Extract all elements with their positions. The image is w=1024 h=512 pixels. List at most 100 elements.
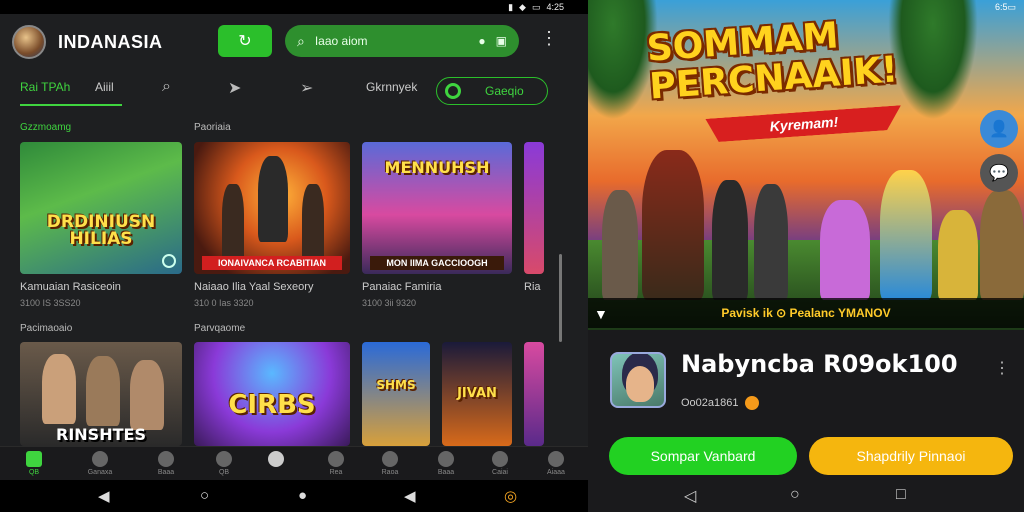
person-icon	[158, 451, 174, 467]
recents-icon[interactable]: □	[896, 486, 906, 504]
tab-all[interactable]: Aiiil	[95, 80, 114, 94]
chat-bubble-icon: 💬	[989, 165, 1009, 182]
chevron-down-icon[interactable]: ▼	[594, 306, 608, 322]
home-circle-icon[interactable]: ○	[200, 487, 209, 504]
nav-label: Ganaxa	[87, 469, 113, 476]
tab-extra[interactable]: Gkrnnyek	[366, 80, 417, 94]
wifi-icon: ◆	[519, 1, 526, 12]
character-figure	[880, 170, 932, 300]
nav-item[interactable]: QB	[204, 451, 244, 476]
nav-item[interactable]: Ganaxa	[80, 451, 120, 476]
game-card[interactable]: IONAIVANCA RCABITIAN	[194, 142, 350, 274]
secondary-action-button[interactable]: Shapdrily Pinnaoi	[809, 437, 1013, 475]
search-input[interactable]: ⌕ Iaao aiom ● ▣	[285, 25, 519, 57]
more-menu-icon[interactable]: ⋮	[540, 28, 558, 49]
game-art-title: MENNUHSH	[384, 158, 490, 177]
nav-item[interactable]: Baaa	[426, 451, 466, 476]
profile-button[interactable]: 👤	[980, 110, 1018, 148]
game-art	[524, 142, 544, 274]
search-text: Iaao aiom	[314, 34, 368, 48]
nav-item[interactable]: Rea	[316, 451, 356, 476]
scrollbar[interactable]	[559, 254, 562, 342]
image-icon[interactable]: ▣	[496, 34, 507, 48]
home-circle-icon[interactable]: ○	[790, 486, 800, 504]
refresh-button[interactable]: ↻	[218, 25, 272, 57]
game-card[interactable]: DRDINIUSN HILIAS	[20, 142, 182, 274]
dot-icon	[268, 451, 284, 467]
app-detail-screen: SOMMAM PERCNAAIK! Kyremam! Pavisk ik ⊙ P…	[588, 0, 1024, 512]
back-icon[interactable]: ◀	[404, 487, 416, 505]
nav-home[interactable]: QB	[14, 451, 54, 476]
nav-item[interactable]	[256, 451, 296, 469]
character-figure	[820, 200, 870, 300]
game-card[interactable]: SHMS	[362, 342, 430, 446]
palm-tree	[888, 0, 978, 120]
search-icon: ⌕	[297, 32, 305, 49]
nav-item[interactable]: Aiaaa	[536, 451, 576, 476]
character-figure	[258, 156, 288, 242]
signal-icon: ▮	[508, 1, 514, 12]
search-icon	[92, 451, 108, 467]
app-meta: Oo02a1861	[681, 396, 759, 410]
status-time: 4:25	[546, 2, 564, 12]
nav-item[interactable]: Baaa	[146, 451, 186, 476]
send-icon[interactable]: ➢	[300, 78, 313, 98]
nav-label: Baaa	[437, 469, 455, 476]
game-card[interactable]	[524, 342, 544, 446]
section-label: Paoriaia	[194, 122, 231, 133]
game-card[interactable]: JIVAN	[442, 342, 512, 446]
game-card[interactable]: RINSHTES	[20, 342, 182, 446]
game-name: Kamuaian Rasiceoin	[20, 281, 121, 293]
game-art-banner: IONAIVANCA RCABITIAN	[202, 256, 342, 270]
hero-caption: Pavisk ik ⊙ Pealanc YMANOV	[588, 298, 1024, 328]
section-label: Gzzmoamg	[20, 122, 72, 133]
refresh-icon: ↻	[238, 33, 252, 50]
screen: ▮ ◆ ▭ 4:25 INDANASIA ↻ ⌕ Iaao aiom ● ▣ ⋮…	[0, 0, 1024, 512]
heart-icon	[216, 451, 232, 467]
back-icon[interactable]: ◀	[98, 487, 110, 505]
game-card[interactable]	[524, 142, 544, 274]
nav-label: Aiaaa	[547, 469, 565, 476]
recents-icon[interactable]: ●	[298, 487, 307, 504]
brand-title: INDANASIA	[58, 31, 163, 52]
app-meta-text: Oo02a1861	[681, 397, 739, 409]
character-figure	[938, 210, 978, 300]
bottom-navigation: QB Ganaxa Baaa QB Rea Raoa Baaa Caiai Ai…	[0, 446, 588, 480]
game-meta: 3100 3ii 9320	[362, 298, 417, 308]
nav-label: Baaa	[157, 469, 175, 476]
character-figure	[602, 190, 638, 300]
game-art	[20, 142, 182, 274]
game-name: Ria	[524, 281, 541, 293]
filter-label: Gaeqio	[485, 84, 524, 98]
more-menu-icon[interactable]: ⋮	[994, 358, 1010, 378]
character-figure	[42, 354, 76, 424]
gamepad-icon	[382, 451, 398, 467]
compass-icon[interactable]: ➤	[228, 78, 241, 98]
nav-label: QB	[218, 469, 230, 476]
nav-item[interactable]: Caiai	[480, 451, 520, 476]
game-art	[362, 342, 430, 446]
back-icon[interactable]: ◁	[684, 486, 696, 506]
search-tab-icon[interactable]: ⌕	[162, 78, 171, 96]
nav-label: Rea	[329, 469, 343, 476]
section-label: Parvqaome	[194, 323, 246, 334]
filter-toggle[interactable]: Gaeqio	[436, 77, 548, 105]
nav-item[interactable]: Raoa	[370, 451, 410, 476]
game-meta: 310 0 Ias 3320	[194, 298, 254, 308]
chat-icon[interactable]: ●	[478, 34, 485, 48]
nav-label: Raoa	[381, 469, 399, 476]
home-circle-icon[interactable]: ◎	[504, 487, 517, 505]
character-figure	[712, 180, 748, 300]
game-art-title: JIVAN	[457, 386, 497, 401]
game-card[interactable]: CIRBS	[194, 342, 350, 446]
store-home-screen: ▮ ◆ ▭ 4:25 INDANASIA ↻ ⌕ Iaao aiom ● ▣ ⋮…	[0, 0, 588, 512]
game-art	[524, 342, 544, 446]
primary-action-button[interactable]: Sompar Vanbard	[609, 437, 797, 475]
app-icon	[610, 352, 666, 408]
game-art-banner: MON IIMA GACCIOOGH	[370, 256, 504, 270]
app-logo[interactable]	[12, 25, 46, 59]
comment-button[interactable]: 💬	[980, 154, 1018, 192]
tab-featured[interactable]: Rai TPAh	[20, 80, 70, 94]
game-card[interactable]: MENNUHSH MON IIMA GACCIOOGH	[362, 142, 512, 274]
app-bar: INDANASIA ↻ ⌕ Iaao aiom ● ▣ ⋮	[0, 14, 588, 70]
